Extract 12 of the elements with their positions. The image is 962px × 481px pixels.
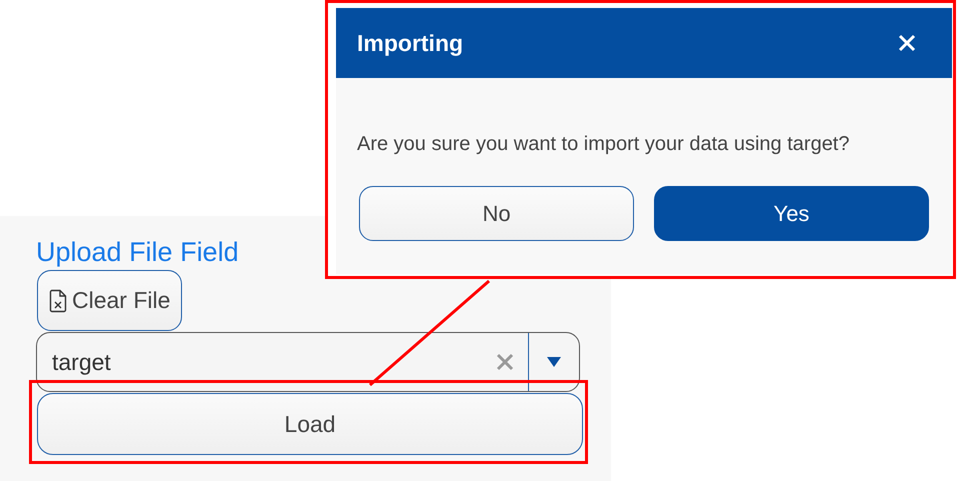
file-select-field[interactable]: target: [36, 332, 580, 392]
clear-icon[interactable]: [496, 353, 514, 371]
caret-icon[interactable]: [547, 357, 561, 367]
close-icon[interactable]: [898, 34, 916, 52]
dialog-title: Importing: [357, 30, 464, 56]
cancel-button[interactable]: No: [359, 186, 634, 241]
clear-file-button[interactable]: Clear File: [37, 270, 182, 331]
confirm-button[interactable]: Yes: [654, 186, 929, 241]
load-button[interactable]: Load: [37, 393, 583, 455]
dialog-message: Are you sure you want to import your data using target?: [357, 133, 850, 156]
file-remove-icon: [49, 288, 67, 312]
field-title: Upload File Field: [36, 236, 239, 269]
